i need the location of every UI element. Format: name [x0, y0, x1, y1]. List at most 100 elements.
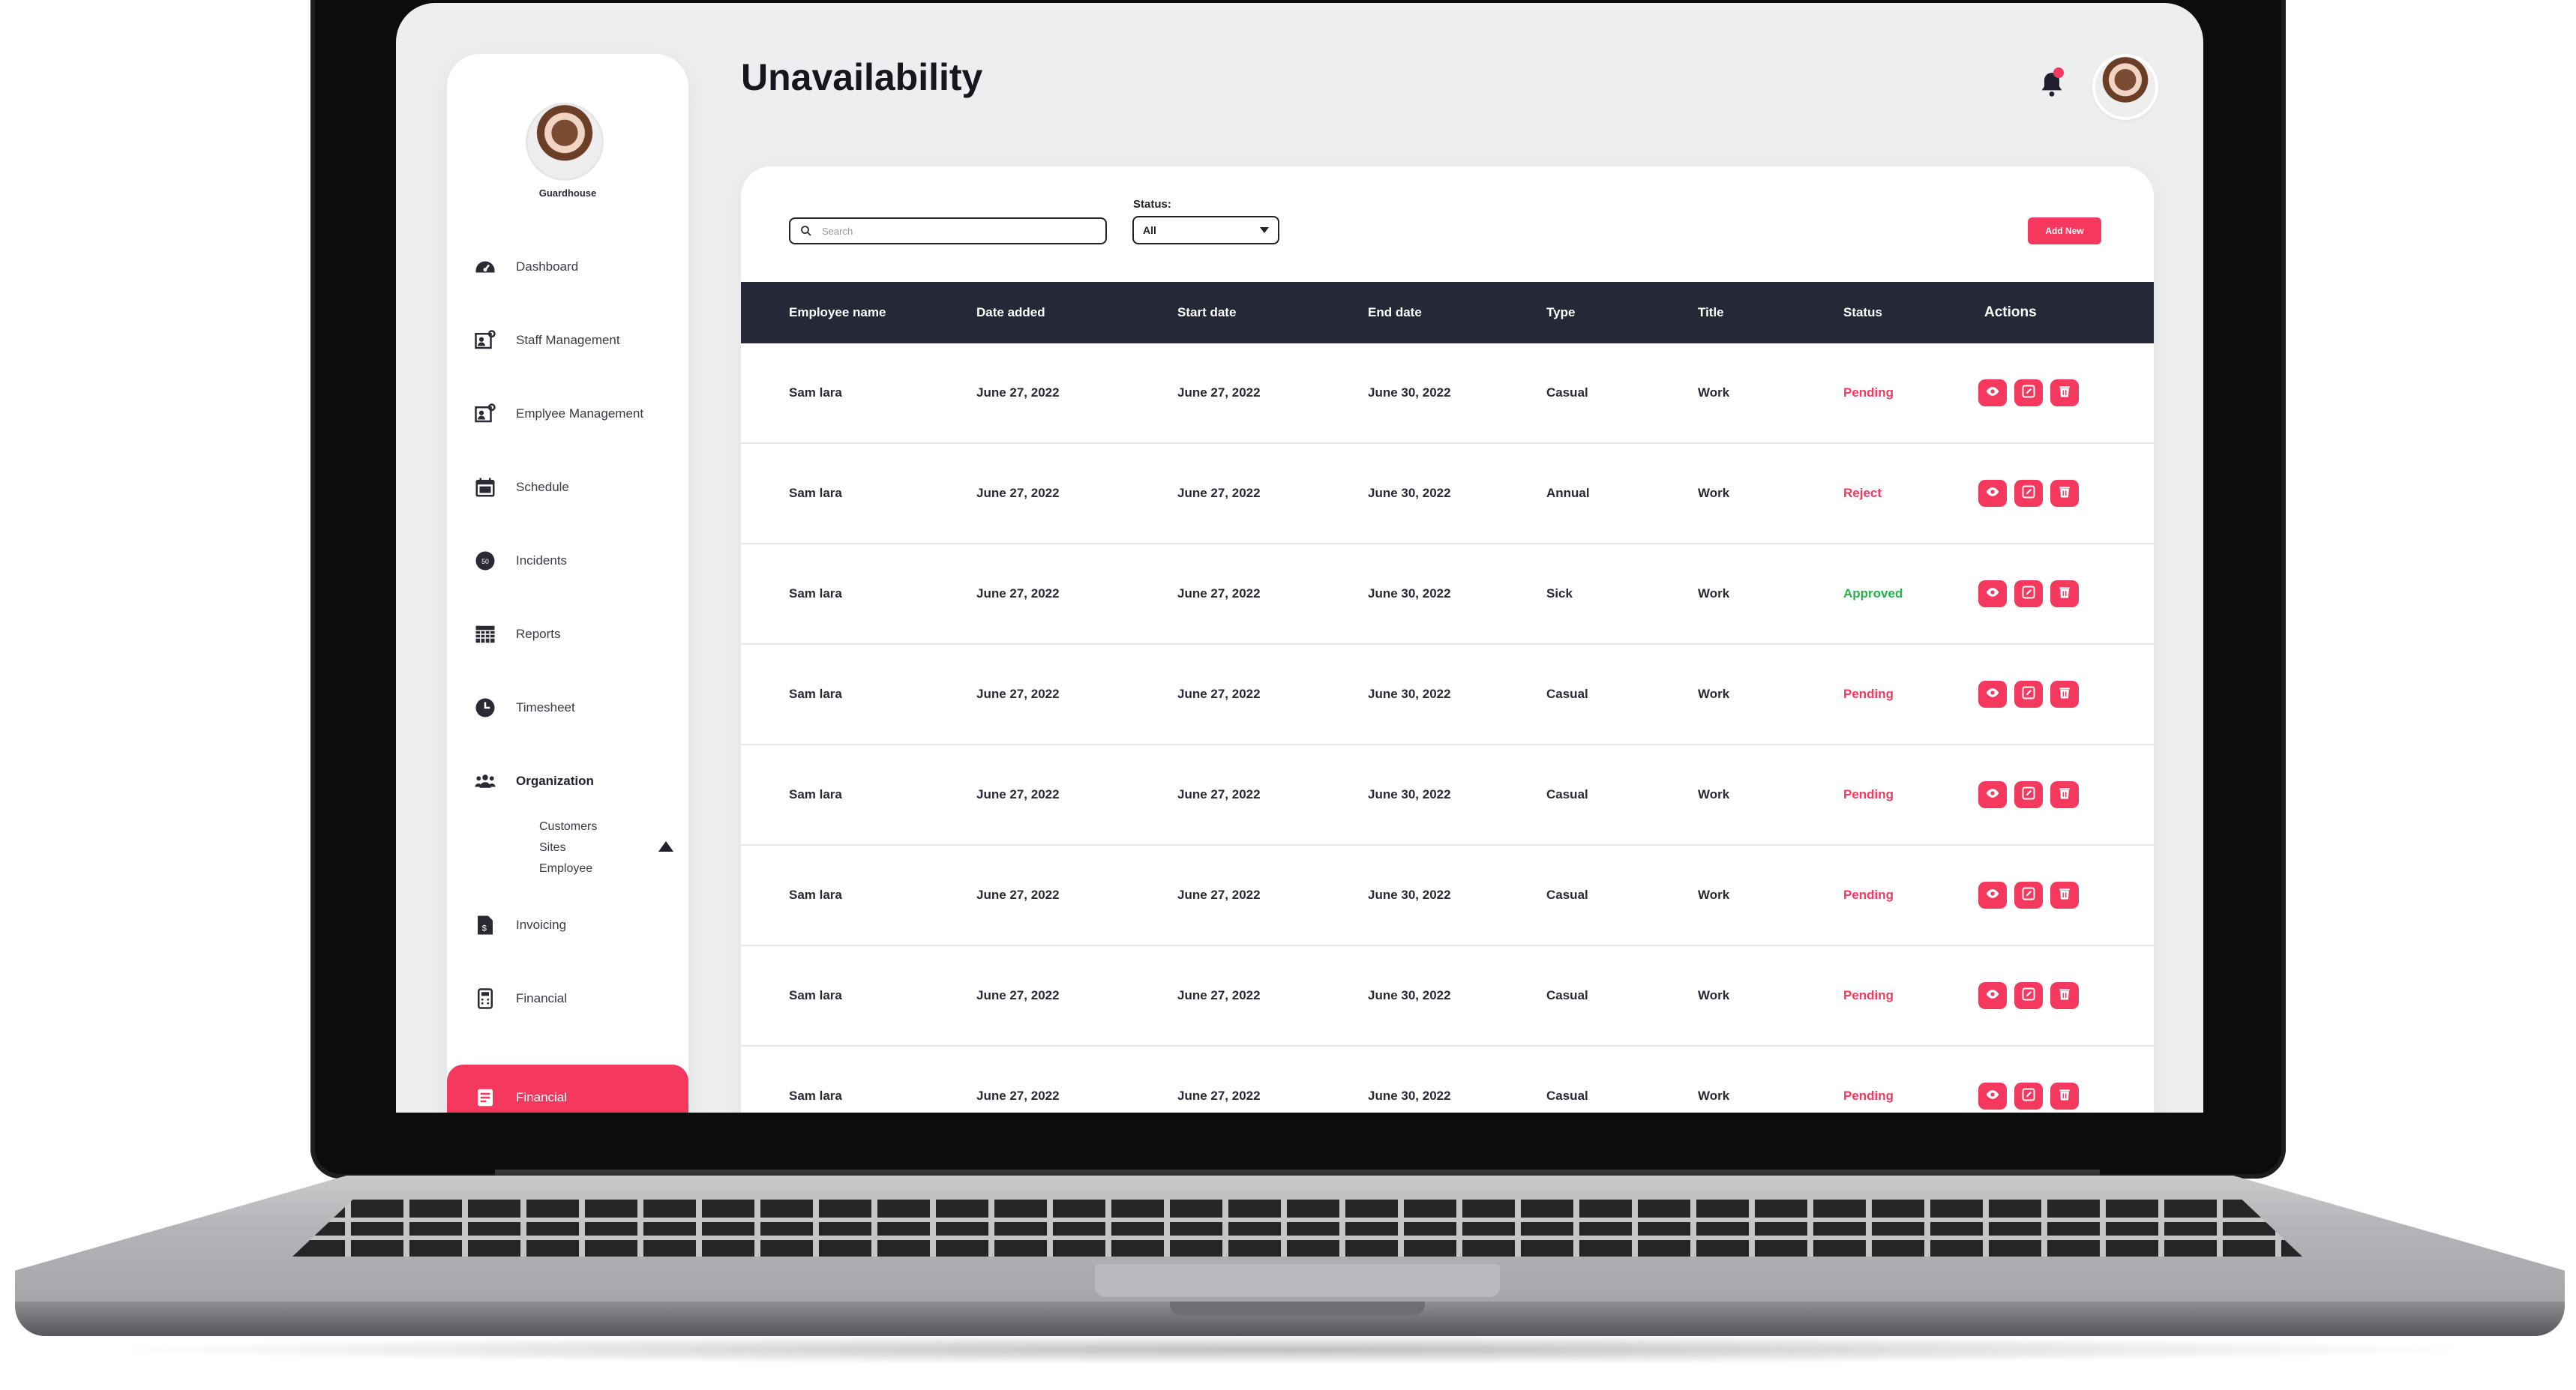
edit-button[interactable] — [2014, 882, 2043, 909]
delete-button[interactable] — [2050, 681, 2079, 708]
delete-button[interactable] — [2050, 882, 2079, 909]
sidebar-item-label: Reports — [516, 627, 561, 641]
view-button[interactable] — [1978, 1083, 2007, 1110]
sidebar-item-dashboard[interactable]: Dashboard — [474, 252, 688, 282]
column-header-start-date[interactable]: Start date — [1177, 282, 1236, 343]
cell-start-date: June 27, 2022 — [1177, 888, 1261, 902]
sidebar: Guardhouse Dashboard Staff Management Em… — [447, 54, 688, 1113]
sidebar-item-timesheet[interactable]: Timesheet — [474, 693, 688, 723]
delete-trash-icon — [2057, 585, 2072, 604]
sidebar-item-invoicing[interactable]: $ Invoicing — [474, 910, 688, 940]
view-eye-icon — [1985, 685, 2000, 704]
cell-date-added: June 27, 2022 — [976, 1089, 1060, 1103]
view-eye-icon — [1985, 987, 2000, 1005]
calendar-icon — [475, 478, 495, 497]
cell-start-date: June 27, 2022 — [1177, 486, 1261, 500]
laptop-trackpad — [1095, 1264, 1500, 1297]
sidebar-item-schedule[interactable]: Schedule — [474, 472, 688, 502]
edit-icon — [2021, 484, 2036, 503]
edit-button[interactable] — [2014, 580, 2043, 607]
cell-date-added: June 27, 2022 — [976, 988, 1060, 1002]
cell-type: Casual — [1546, 1089, 1588, 1103]
avatar[interactable] — [2095, 57, 2155, 117]
cell-type: Casual — [1546, 888, 1588, 902]
sidebar-subitem-customers[interactable]: Customers — [539, 820, 597, 834]
search-input[interactable] — [820, 224, 1093, 238]
delete-button[interactable] — [2050, 982, 2079, 1009]
cell-end-date: June 30, 2022 — [1368, 787, 1451, 801]
cell-end-date: June 30, 2022 — [1368, 687, 1451, 701]
table-row[interactable]: Sam lara June 27, 2022 June 27, 2022 June 3… — [741, 645, 2154, 745]
edit-button[interactable] — [2014, 681, 2043, 708]
status-select[interactable]: All — [1132, 216, 1279, 244]
view-button[interactable] — [1978, 882, 2007, 909]
status-badge: Pending — [1843, 787, 1894, 801]
sidebar-item-staff-management[interactable]: Staff Management — [474, 325, 688, 355]
column-header-type[interactable]: Type — [1546, 282, 1575, 343]
edit-button[interactable] — [2014, 379, 2043, 406]
column-header-date-added[interactable]: Date added — [976, 282, 1045, 343]
edit-button[interactable] — [2014, 781, 2043, 808]
sidebar-subitem-employee[interactable]: Employee — [539, 862, 592, 876]
view-eye-icon — [1985, 484, 2000, 503]
table-row[interactable]: Sam lara June 27, 2022 June 27, 2022 June 3… — [741, 946, 2154, 1047]
view-button[interactable] — [1978, 982, 2007, 1009]
cell-type: Casual — [1546, 787, 1588, 801]
cell-title: Work — [1698, 586, 1730, 601]
collapse-caret-icon[interactable] — [658, 841, 673, 852]
view-eye-icon — [1985, 1087, 2000, 1106]
table-row[interactable]: Sam lara June 27, 2022 June 27, 2022 June 3… — [741, 745, 2154, 846]
view-button[interactable] — [1978, 480, 2007, 507]
cell-type: Casual — [1546, 988, 1588, 1002]
sidebar-item-employee-management[interactable]: Emplyee Management — [474, 399, 688, 429]
column-header-end-date[interactable]: End date — [1368, 282, 1422, 343]
status-select-value: All — [1143, 224, 1156, 236]
sidebar-item-incidents[interactable]: 50 Incidents — [474, 546, 688, 576]
column-header-employee-name[interactable]: Employee name — [789, 282, 894, 343]
cell-employee-name: Sam lara — [789, 1089, 842, 1103]
cell-end-date: June 30, 2022 — [1368, 988, 1451, 1002]
table-row[interactable]: Sam lara June 27, 2022 June 27, 2022 June 3… — [741, 343, 2154, 444]
cell-start-date: June 27, 2022 — [1177, 385, 1261, 400]
calculator-icon — [478, 988, 493, 1009]
edit-button[interactable] — [2014, 982, 2043, 1009]
sidebar-item-financial[interactable]: Financial — [474, 984, 688, 1014]
delete-button[interactable] — [2050, 1083, 2079, 1110]
cell-end-date: June 30, 2022 — [1368, 586, 1451, 601]
table-row[interactable]: Sam lara June 27, 2022 June 27, 2022 June 3… — [741, 544, 2154, 645]
sidebar-item-label: Incidents — [516, 553, 568, 568]
cell-employee-name: Sam lara — [789, 586, 842, 601]
notification-dot — [2053, 67, 2064, 78]
view-button[interactable] — [1978, 781, 2007, 808]
cell-date-added: June 27, 2022 — [976, 687, 1060, 701]
column-header-status[interactable]: Status — [1843, 282, 1882, 343]
status-badge: Pending — [1843, 1089, 1894, 1103]
table-row[interactable]: Sam lara June 27, 2022 June 27, 2022 June 3… — [741, 846, 2154, 946]
sidebar-item-organization[interactable]: Organization — [474, 766, 688, 796]
sidebar-item-financial-active[interactable]: Financial — [447, 1065, 688, 1113]
sidebar-subitem-sites[interactable]: Sites — [539, 841, 566, 855]
sidebar-avatar[interactable] — [528, 105, 601, 178]
table-row[interactable]: Sam lara June 27, 2022 June 27, 2022 June 3… — [741, 1047, 2154, 1113]
delete-button[interactable] — [2050, 580, 2079, 607]
cell-employee-name: Sam lara — [789, 888, 842, 902]
delete-button[interactable] — [2050, 781, 2079, 808]
sidebar-item-label: Timesheet — [516, 700, 575, 714]
status-badge: Pending — [1843, 988, 1894, 1002]
cell-employee-name: Sam lara — [789, 787, 842, 801]
edit-icon — [2021, 384, 2036, 403]
view-button[interactable] — [1978, 681, 2007, 708]
cell-start-date: June 27, 2022 — [1177, 988, 1261, 1002]
delete-button[interactable] — [2050, 480, 2079, 507]
invoice-icon: $ — [478, 915, 493, 935]
delete-button[interactable] — [2050, 379, 2079, 406]
view-button[interactable] — [1978, 379, 2007, 406]
column-header-title[interactable]: Title — [1698, 282, 1724, 343]
edit-button[interactable] — [2014, 1083, 2043, 1110]
sidebar-item-reports[interactable]: Reports — [474, 619, 688, 649]
table-row[interactable]: Sam lara June 27, 2022 June 27, 2022 June 3… — [741, 444, 2154, 544]
view-button[interactable] — [1978, 580, 2007, 607]
add-new-button[interactable]: Add New — [2028, 217, 2101, 244]
edit-button[interactable] — [2014, 480, 2043, 507]
search-box[interactable] — [789, 217, 1107, 244]
